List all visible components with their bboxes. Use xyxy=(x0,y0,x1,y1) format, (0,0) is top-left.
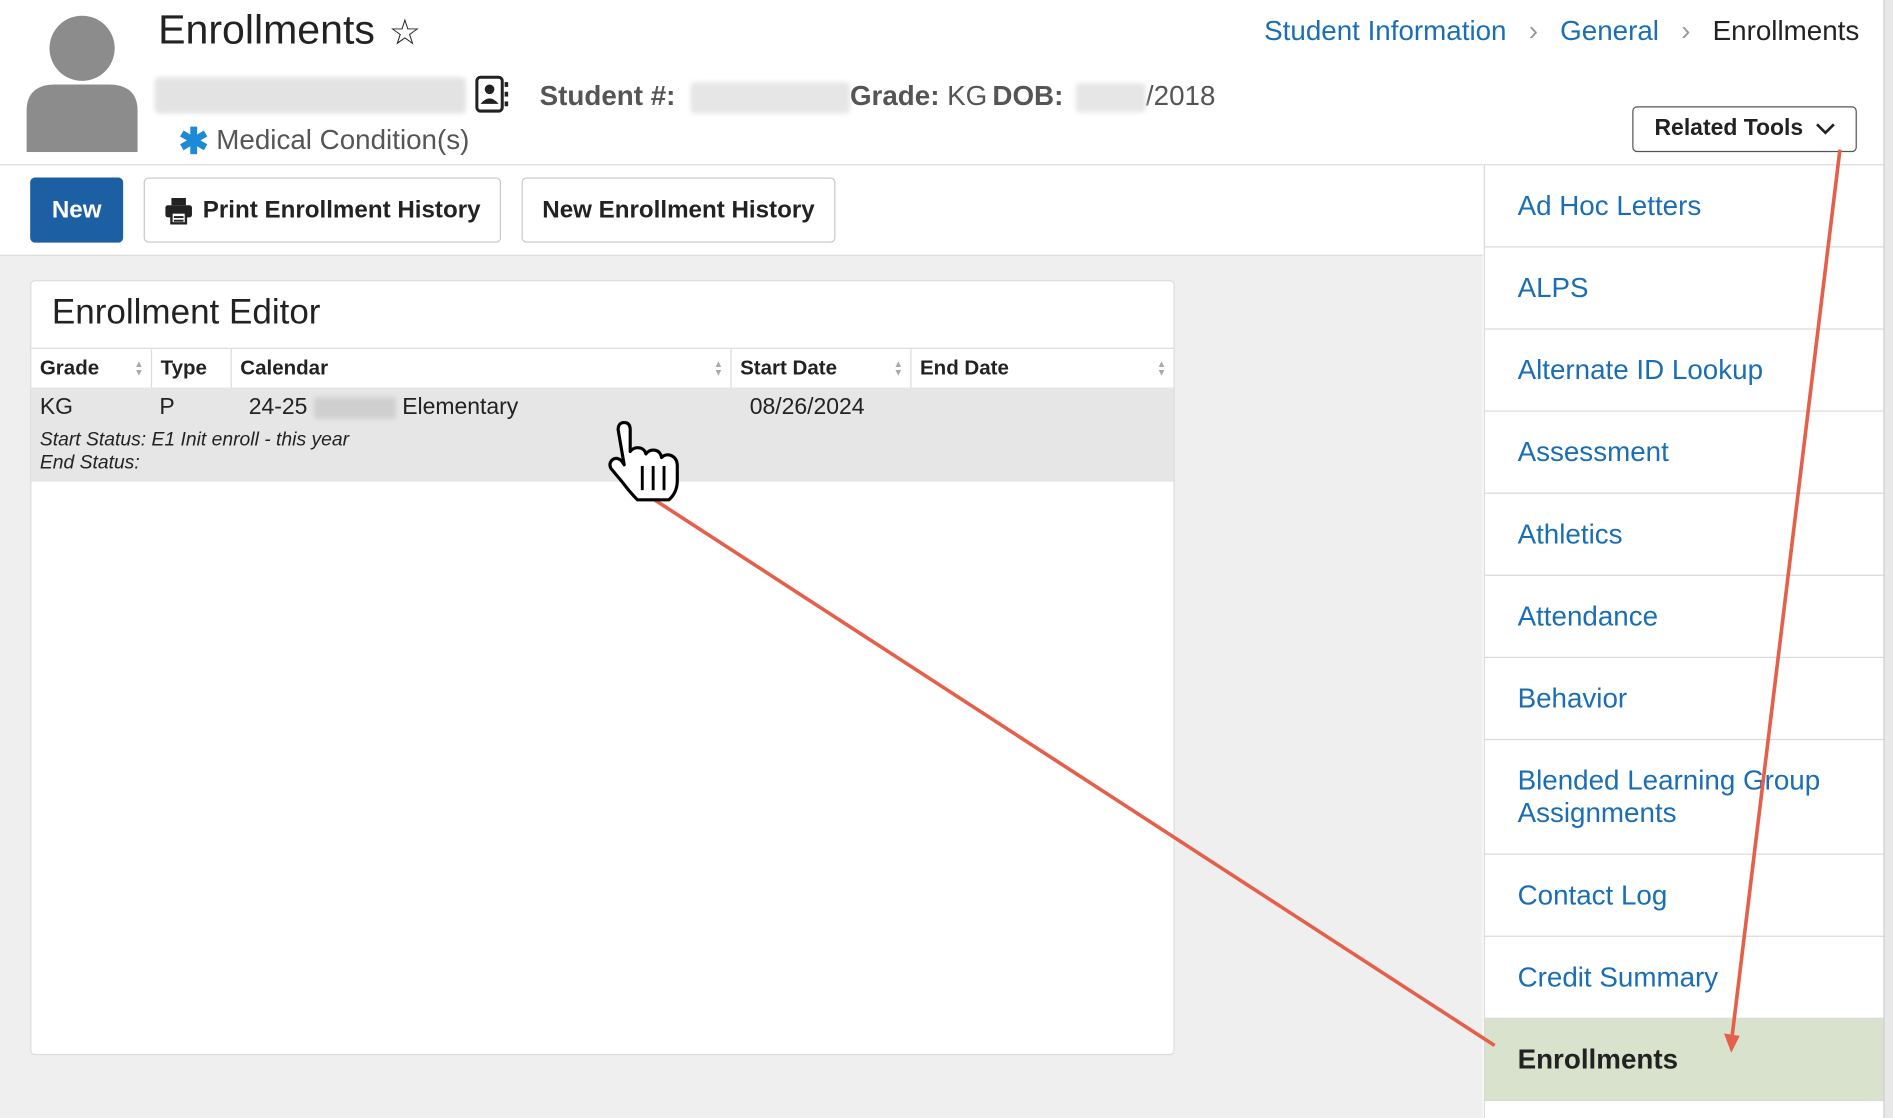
sidebar-item-label: Ad Hoc Letters xyxy=(1517,189,1702,221)
breadcrumb-current: Enrollments xyxy=(1712,14,1860,46)
student-number-label: Student #: xyxy=(539,79,676,112)
sidebar-item-alternate-id-lookup[interactable]: Alternate ID Lookup xyxy=(1484,330,1885,412)
calendar-prefix: 24-25 xyxy=(248,394,308,421)
dob-year: /2018 xyxy=(1145,79,1216,112)
page: Enrollments ☆ Student #: Grade: KG DOB: … xyxy=(0,0,1893,1118)
sidebar-item-label: Behavior xyxy=(1517,682,1628,714)
action-toolbar: New Print Enrollment History New Enrollm… xyxy=(0,165,1483,256)
dob-label: DOB: xyxy=(992,79,1064,112)
column-label: Start Date xyxy=(740,356,838,380)
related-tools-menu: Ad Hoc Letters ALPS Alternate ID Lookup … xyxy=(1483,165,1885,1118)
chevron-down-icon xyxy=(1815,123,1835,135)
cell-calendar: 24-25 Elementary xyxy=(249,395,519,422)
sidebar-item-label: Credit Summary xyxy=(1517,961,1719,993)
medical-label: Medical Condition(s) xyxy=(216,123,470,156)
cell-type: P xyxy=(159,394,175,421)
print-enrollment-history-button[interactable]: Print Enrollment History xyxy=(143,177,502,243)
cell-start-date: 08/26/2024 xyxy=(749,394,865,421)
avatar-icon xyxy=(26,15,138,153)
window-edge xyxy=(1883,0,1893,1118)
sidebar-item-attendance[interactable]: Attendance xyxy=(1484,576,1885,658)
dob-redacted xyxy=(1075,83,1146,113)
column-label: Type xyxy=(160,356,207,380)
new-enrollment-history-button[interactable]: New Enrollment History xyxy=(521,177,836,243)
printer-icon xyxy=(165,197,192,225)
grade-value: KG xyxy=(947,79,988,112)
enrollment-editor-panel: Enrollment Editor Grade ▲ ▼ Type Calendar… xyxy=(30,280,1175,1056)
sidebar-item-behavior[interactable]: Behavior xyxy=(1484,658,1885,741)
sidebar-item-assessment[interactable]: Assessment xyxy=(1484,412,1885,494)
sidebar-item-label: Enrollments xyxy=(1517,1043,1679,1075)
main-content: Enrollment Editor Grade ▲ ▼ Type Calendar… xyxy=(0,255,1483,1118)
sidebar-item-label: ALPS xyxy=(1517,271,1589,304)
table-row[interactable]: KG P 24-25 Elementary 08/26/2024 Start S… xyxy=(31,387,1174,482)
enrollment-editor-title: Enrollment Editor xyxy=(51,293,321,333)
column-header-end-date[interactable]: End Date ▲ ▼ xyxy=(912,349,1174,388)
page-title: Enrollments xyxy=(158,7,375,54)
chevron-right-icon: › xyxy=(1528,14,1538,46)
sidebar-item-enrollments[interactable]: Enrollments xyxy=(1484,1018,1885,1102)
sidebar-item-label: Contact Log xyxy=(1517,878,1668,911)
sidebar-item-label: Attendance xyxy=(1517,600,1659,632)
student-number: Student #: xyxy=(540,80,850,114)
column-header-type[interactable]: Type xyxy=(152,348,232,388)
sidebar-item-label: Assessment xyxy=(1517,435,1669,468)
column-label: Calendar xyxy=(240,356,329,380)
sort-icon: ▲ ▼ xyxy=(134,358,144,378)
sort-icon: ▲ ▼ xyxy=(893,358,904,378)
sort-icon: ▲ ▼ xyxy=(713,358,724,378)
new-button-label: New xyxy=(51,196,102,223)
print-button-label: Print Enrollment History xyxy=(202,196,481,223)
new-button[interactable]: New xyxy=(30,177,124,243)
asterisk-icon: ✱ xyxy=(178,121,210,162)
related-tools-button[interactable]: Related Tools xyxy=(1632,106,1857,153)
start-status: Start Status: E1 Init enroll - this year xyxy=(39,429,350,451)
star-icon[interactable]: ☆ xyxy=(389,12,421,54)
medical-conditions[interactable]: ✱ Medical Condition(s) xyxy=(179,121,470,163)
column-header-grade[interactable]: Grade ▲ ▼ xyxy=(31,348,153,388)
column-header-calendar[interactable]: Calendar ▲ ▼ xyxy=(232,348,732,388)
chevron-right-icon: › xyxy=(1681,14,1691,46)
new-history-button-label: New Enrollment History xyxy=(542,196,815,223)
sidebar-item-alps[interactable]: ALPS xyxy=(1484,247,1885,330)
sidebar-item-credit-summary[interactable]: Credit Summary xyxy=(1484,937,1885,1019)
breadcrumb: Student Information › General › Enrollme… xyxy=(1264,14,1859,47)
table-header: Grade ▲ ▼ Type Calendar ▲ ▼ Start Date ▲ ▼ … xyxy=(31,347,1174,389)
student-name-redacted xyxy=(154,77,467,114)
column-header-start-date[interactable]: Start Date ▲ ▼ xyxy=(732,348,912,388)
sort-icon: ▲ ▼ xyxy=(1156,358,1167,378)
contact-card-icon[interactable] xyxy=(474,75,509,114)
dob-info: DOB: /2018 xyxy=(992,80,1215,113)
calendar-school-redacted xyxy=(313,397,396,419)
column-label: Grade xyxy=(39,356,100,380)
column-label: End Date xyxy=(919,356,1009,380)
sidebar-item-label: Athletics xyxy=(1517,517,1623,550)
sidebar-item-label: Alternate ID Lookup xyxy=(1517,353,1764,386)
breadcrumb-student-information[interactable]: Student Information xyxy=(1264,14,1506,45)
sidebar-item-athletics[interactable]: Athletics xyxy=(1484,494,1885,576)
grade-label: Grade: xyxy=(849,79,940,112)
sidebar-item-ad-hoc-letters[interactable]: Ad Hoc Letters xyxy=(1484,165,1885,248)
student-header: Enrollments ☆ Student #: Grade: KG DOB: … xyxy=(0,0,1893,166)
student-number-redacted xyxy=(690,82,850,114)
grade-info: Grade: KG xyxy=(850,80,987,113)
sidebar-item-blended-learning[interactable]: Blended Learning Group Assignments xyxy=(1484,740,1885,855)
calendar-suffix: Elementary xyxy=(402,394,519,421)
related-tools-label: Related Tools xyxy=(1654,115,1804,142)
sidebar-item-contact-log[interactable]: Contact Log xyxy=(1484,855,1885,937)
breadcrumb-general[interactable]: General xyxy=(1560,14,1659,45)
end-status: End Status: xyxy=(39,452,140,474)
sidebar-item-label: Blended Learning Group Assignments xyxy=(1517,764,1821,829)
cell-grade: KG xyxy=(39,394,73,421)
